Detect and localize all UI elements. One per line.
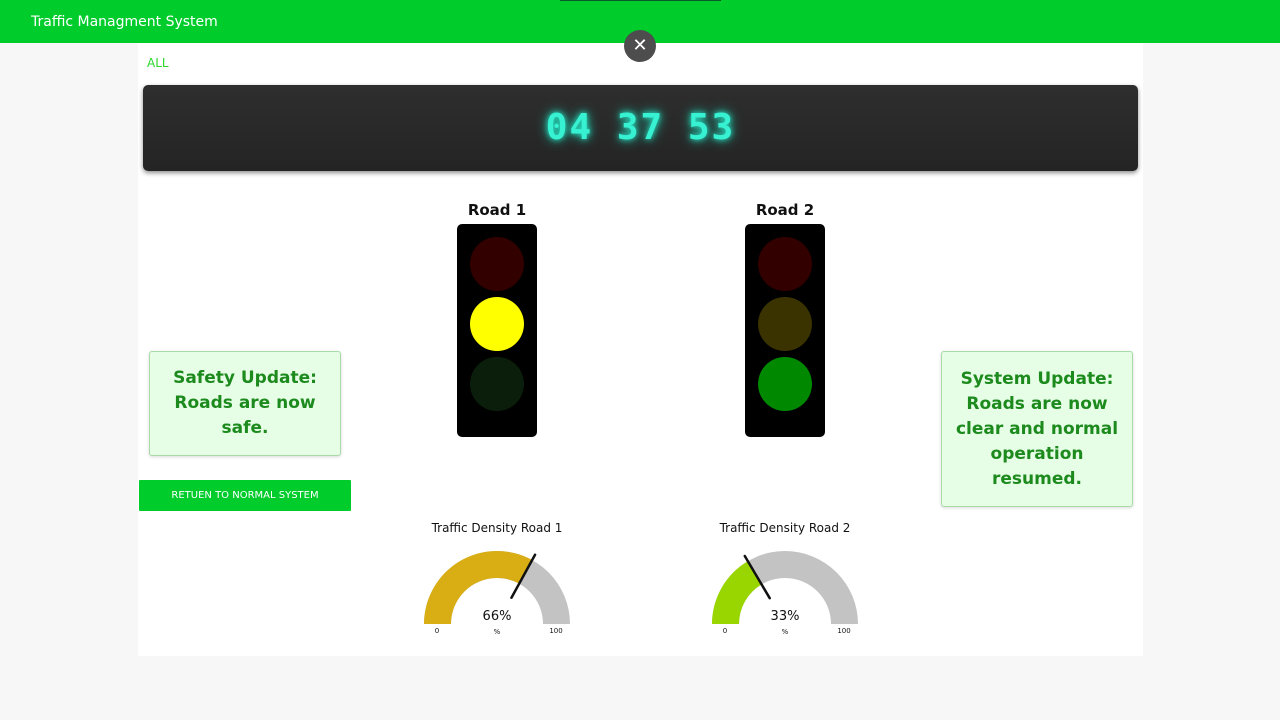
system-notice-line: clear and normal <box>955 418 1119 439</box>
density-gauge-road-2: 33% 0 100% <box>710 548 860 640</box>
gauge-svg: 33% 0 100% <box>712 551 858 636</box>
gauge-2-title: Traffic Density Road 2 <box>719 521 851 535</box>
top-accent-line <box>560 0 721 1</box>
system-notice-line: operation <box>990 443 1084 464</box>
road-1-yellow-lamp <box>470 297 524 351</box>
gauge-unit-label: % <box>494 628 501 636</box>
clock-time: 04 37 53 <box>545 107 736 148</box>
system-notice-line: Roads are now <box>966 393 1108 414</box>
system-update-notice: System Update: Roads are now clear and n… <box>941 351 1133 507</box>
system-notice-line: resumed. <box>991 468 1082 489</box>
return-to-normal-button[interactable]: RETUEN TO NORMAL SYSTEM <box>139 480 351 511</box>
safety-notice-line: Roads are now <box>174 393 316 413</box>
tab-all[interactable]: ALL <box>147 56 169 70</box>
gauge-value-label: 66% <box>483 609 512 624</box>
app-title: Traffic Managment System <box>31 14 218 30</box>
safety-notice-line: safe. <box>221 418 269 438</box>
gauge-max-label: 100 <box>837 627 850 635</box>
gauge-max-label: 100 <box>549 627 562 635</box>
density-gauge-road-1: 66% 0 100% <box>422 548 572 640</box>
gauge-min-label: 0 <box>723 627 727 635</box>
safety-update-notice: Safety Update: Roads are now safe. <box>149 351 341 456</box>
close-button[interactable]: ✕ <box>624 30 656 62</box>
road-2-red-lamp <box>758 237 812 291</box>
safety-notice-line: Safety Update: <box>173 368 317 388</box>
road-1-label: Road 1 <box>467 201 527 219</box>
road-2-yellow-lamp <box>758 297 812 351</box>
road-2-traffic-light <box>745 224 825 437</box>
road-2-green-lamp <box>758 357 812 411</box>
gauge-value-label: 33% <box>771 609 800 624</box>
gauge-svg: 66% 0 100% <box>424 551 570 636</box>
road-1-green-lamp <box>470 357 524 411</box>
road-1-traffic-light <box>457 224 537 437</box>
gauge-min-label: 0 <box>435 627 439 635</box>
digital-clock: 04 37 53 <box>143 85 1138 171</box>
road-1-red-lamp <box>470 237 524 291</box>
road-2-label: Road 2 <box>755 201 815 219</box>
gauge-unit-label: % <box>782 628 789 636</box>
system-notice-line: System Update: <box>960 368 1114 389</box>
gauge-1-title: Traffic Density Road 1 <box>431 521 563 535</box>
